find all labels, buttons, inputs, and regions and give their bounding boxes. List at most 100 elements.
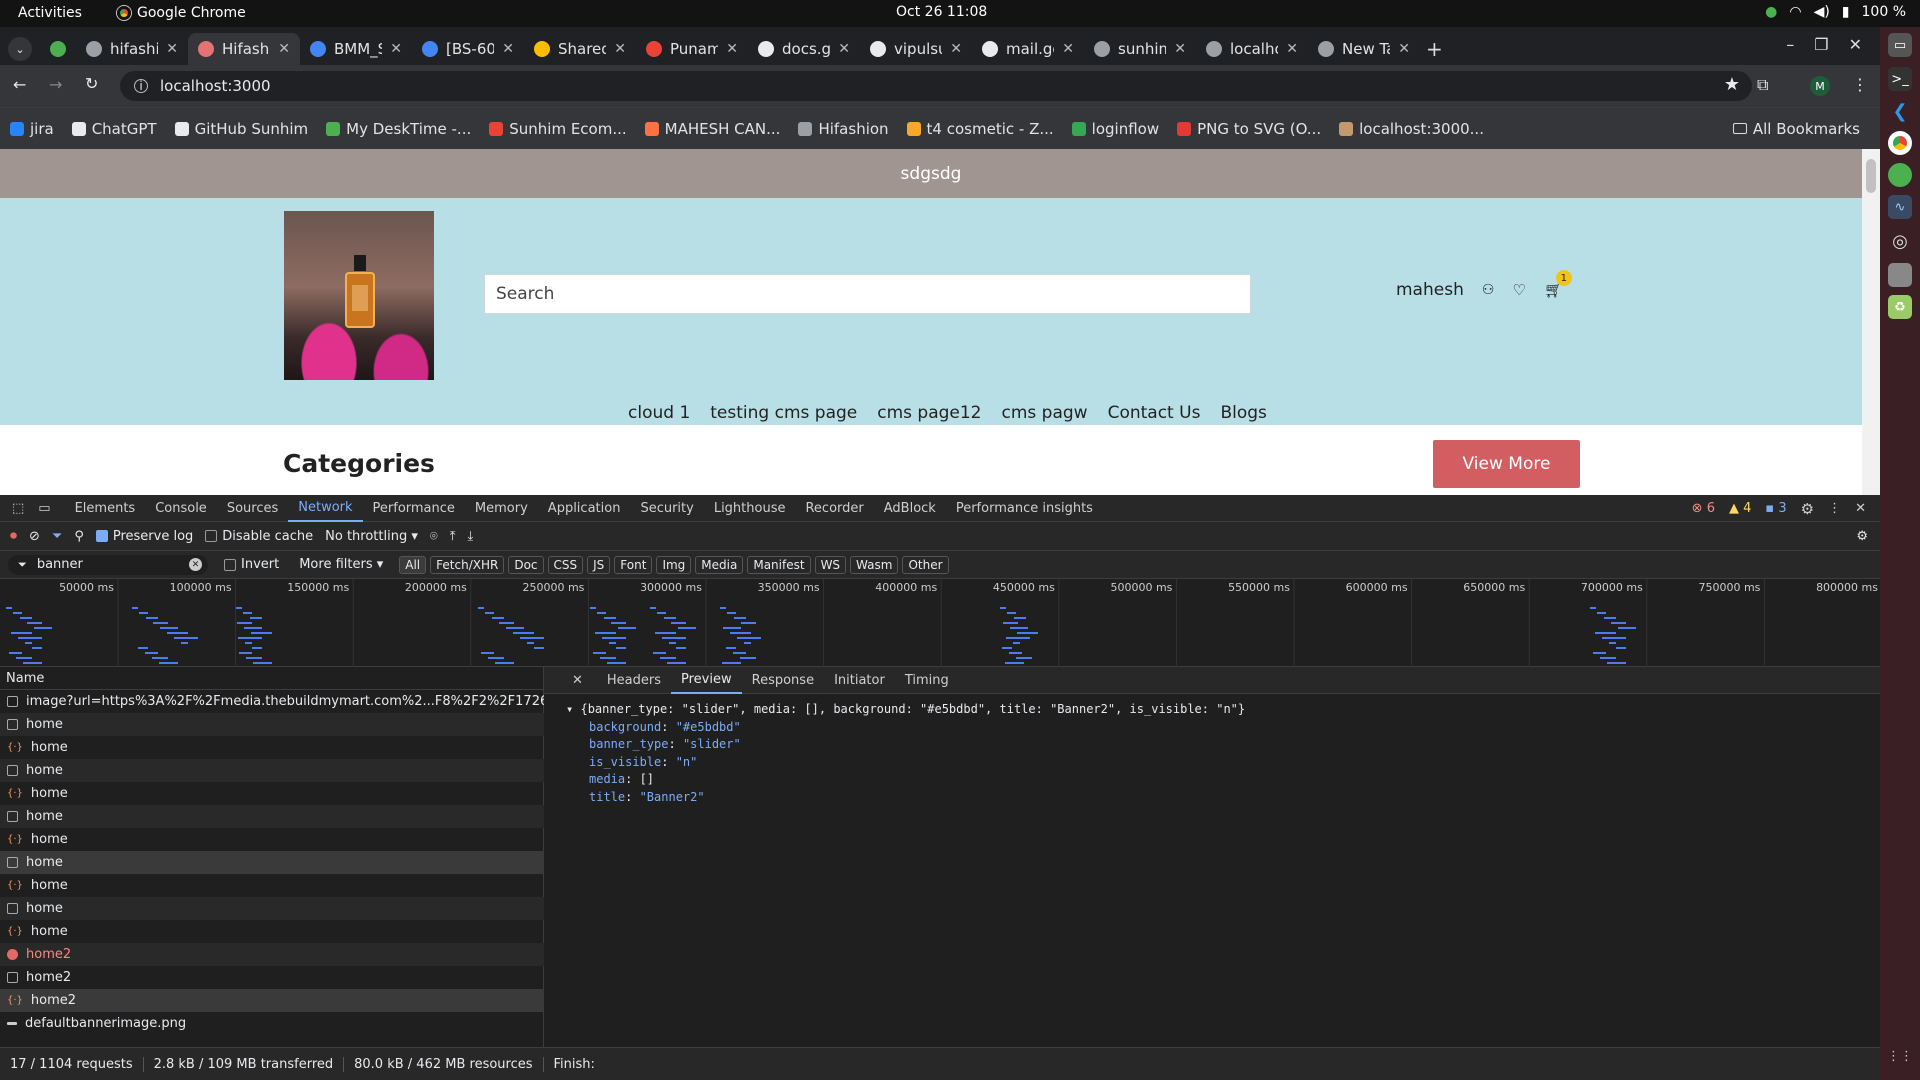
scroll-thumb[interactable]	[1866, 159, 1876, 193]
desktime-icon[interactable]	[1888, 163, 1912, 187]
inspect-icon[interactable]: ⬚	[0, 501, 32, 516]
view-more-button[interactable]: View More	[1433, 440, 1580, 488]
type-filter-chip[interactable]: Font	[614, 555, 653, 574]
devtools-tab[interactable]: Console	[145, 495, 217, 522]
close-tab-icon[interactable]: ✕	[614, 41, 626, 57]
detail-tab[interactable]: Preview	[671, 667, 742, 694]
username[interactable]: mahesh	[1396, 280, 1464, 300]
request-row[interactable]: {·} home	[0, 874, 544, 897]
detail-tab[interactable]: Headers	[597, 667, 671, 694]
bookmark-item[interactable]: PNG to SVG (O...	[1177, 120, 1321, 138]
activities-button[interactable]: Activities	[18, 5, 82, 21]
clock[interactable]: Oct 26 11:08	[896, 4, 987, 20]
nav-link[interactable]: cms page12	[877, 403, 981, 423]
chrome-menu-icon[interactable]: ⋮	[1852, 75, 1868, 94]
request-row[interactable]: home	[0, 759, 544, 782]
settings-gear-icon[interactable]: ⚙	[1801, 500, 1814, 518]
profile-avatar[interactable]: M	[1810, 76, 1830, 96]
vscode-icon[interactable]: ❮	[1888, 99, 1912, 123]
page-scrollbar[interactable]	[1862, 149, 1880, 495]
type-filter-chip[interactable]: CSS	[547, 555, 584, 574]
request-row[interactable]: home	[0, 897, 544, 920]
error-count[interactable]: ⊗ 6	[1692, 501, 1715, 516]
request-row[interactable]: home2	[0, 966, 544, 989]
browser-tab[interactable]	[40, 33, 76, 65]
close-window-icon[interactable]: ✕	[1849, 35, 1862, 54]
close-devtools-icon[interactable]: ✕	[1855, 501, 1866, 516]
trash-icon[interactable]: ♻	[1888, 295, 1912, 319]
preserve-log-checkbox[interactable]: Preserve log	[95, 529, 193, 544]
detail-tab[interactable]: Initiator	[824, 667, 895, 694]
devtools-tab[interactable]: Lighthouse	[704, 495, 796, 522]
request-row[interactable]: {·} home2	[0, 989, 544, 1012]
monitor-icon[interactable]: ∿	[1888, 195, 1912, 219]
preview-summary-row[interactable]: ▾ {banner_type: "slider", media: [], bac…	[566, 701, 1245, 719]
browser-tab[interactable]: Shared w ✕	[524, 33, 636, 65]
type-filter-chip[interactable]: All	[399, 555, 427, 574]
request-row[interactable]: {·} home	[0, 782, 544, 805]
browser-tab[interactable]: hifashion ✕	[76, 33, 188, 65]
user-icon[interactable]: ⚇	[1482, 282, 1495, 298]
extensions-icon[interactable]: ⧉	[1757, 75, 1768, 95]
browser-tab[interactable]: New Tab ✕	[1308, 33, 1420, 65]
type-filter-chip[interactable]: Wasm	[850, 555, 899, 574]
browser-tab[interactable]: Punam K ✕	[636, 33, 748, 65]
close-detail-icon[interactable]: ✕	[544, 673, 597, 688]
close-tab-icon[interactable]: ✕	[1062, 41, 1074, 57]
close-tab-icon[interactable]: ✕	[502, 41, 514, 57]
close-tab-icon[interactable]: ✕	[1174, 41, 1186, 57]
request-row[interactable]: home2	[0, 943, 544, 966]
devtools-tab[interactable]: Network	[288, 495, 363, 522]
nav-link[interactable]: cms pagw	[1002, 403, 1088, 423]
import-har-icon[interactable]: ⤒	[450, 529, 456, 544]
browser-tab[interactable]: docs.goo ✕	[748, 33, 860, 65]
preview-field[interactable]: is_visible: "n"	[589, 754, 1245, 772]
close-tab-icon[interactable]: ✕	[1398, 41, 1410, 57]
minimize-icon[interactable]: –	[1786, 35, 1794, 54]
new-tab-button[interactable]: +	[1426, 37, 1443, 61]
disk-icon[interactable]: ◎	[1888, 229, 1912, 253]
bookmark-item[interactable]: My DeskTime -...	[326, 120, 471, 138]
devtools-tab[interactable]: Elements	[65, 495, 146, 522]
message-count[interactable]: ▪ 3	[1765, 501, 1786, 516]
close-tab-icon[interactable]: ✕	[166, 41, 178, 57]
site-logo[interactable]	[284, 211, 434, 380]
devtools-tab[interactable]: Recorder	[795, 495, 873, 522]
type-filter-chip[interactable]: Media	[695, 555, 744, 574]
preview-field[interactable]: title: "Banner2"	[589, 789, 1245, 807]
clear-icon[interactable]: ⊘	[29, 529, 40, 544]
request-row[interactable]: {·} home	[0, 920, 544, 943]
nav-link[interactable]: Blogs	[1220, 403, 1266, 423]
preview-field[interactable]: banner_type: "slider"	[589, 736, 1245, 754]
browser-tab[interactable]: sunhim.a ✕	[1084, 33, 1196, 65]
request-row[interactable]: home	[0, 851, 544, 874]
bookmark-item[interactable]: Sunhim Ecom...	[489, 120, 627, 138]
search-input[interactable]: Search	[484, 274, 1251, 314]
type-filter-chip[interactable]: Img	[656, 555, 692, 574]
throttling-select[interactable]: No throttling ▾	[325, 529, 418, 544]
invert-checkbox[interactable]: Invert	[224, 557, 279, 572]
devtools-menu-icon[interactable]: ⋮	[1828, 501, 1841, 516]
close-tab-icon[interactable]: ✕	[950, 41, 962, 57]
app-grid-icon[interactable]: ⋮⋮	[1887, 1044, 1913, 1068]
search-icon[interactable]: ⚲	[74, 529, 84, 544]
request-row[interactable]: {·} home	[0, 828, 544, 851]
device-toolbar-icon[interactable]: ▭	[32, 501, 64, 516]
type-filter-chip[interactable]: WS	[814, 555, 847, 574]
nav-link[interactable]: testing cms page	[710, 403, 857, 423]
address-bar[interactable]: i localhost:3000 ★	[120, 71, 1752, 101]
all-bookmarks[interactable]: All Bookmarks	[1732, 120, 1860, 138]
filter-icon[interactable]: ⏷	[52, 529, 62, 544]
close-tab-icon[interactable]: ✕	[726, 41, 738, 57]
devtools-tab[interactable]: Memory	[465, 495, 538, 522]
browser-tab[interactable]: BMM_Stc ✕	[300, 33, 412, 65]
devtools-tab[interactable]: Sources	[217, 495, 288, 522]
app-menu[interactable]: Google Chrome	[117, 5, 246, 21]
browser-tab[interactable]: mail.goo ✕	[972, 33, 1084, 65]
network-conditions-icon[interactable]: ⌾	[430, 529, 438, 544]
devtools-tab[interactable]: AdBlock	[874, 495, 946, 522]
devtools-tab[interactable]: Security	[630, 495, 703, 522]
detail-tab[interactable]: Response	[742, 667, 824, 694]
bookmark-item[interactable]: ChatGPT	[71, 120, 157, 138]
bookmark-item[interactable]: t4 cosmetic - Z...	[906, 120, 1054, 138]
